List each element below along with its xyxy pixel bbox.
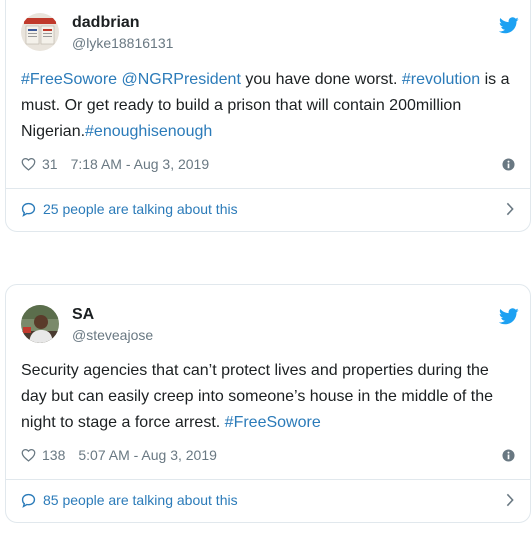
tweet-text-segment[interactable]: #FreeSowore <box>225 414 321 431</box>
tweet-text-segment[interactable]: #revolution <box>402 71 480 88</box>
avatar[interactable] <box>21 305 59 343</box>
info-icon[interactable] <box>502 157 515 171</box>
heart-icon[interactable] <box>21 448 36 462</box>
tweet-text-segment[interactable]: #FreeSowore <box>21 71 117 88</box>
speech-bubble-icon <box>21 202 36 217</box>
divider <box>6 479 530 480</box>
tweet-meta: 138 5:07 AM - Aug 3, 2019 <box>21 445 515 465</box>
twitter-bird-icon[interactable] <box>499 308 519 325</box>
tweet-text-segment[interactable]: @NGRPresident <box>122 71 241 88</box>
tweet-text: #FreeSowore @NGRPresident you have done … <box>21 67 511 145</box>
user-handle[interactable]: @lyke18816131 <box>72 35 173 51</box>
timestamp[interactable]: 7:18 AM - Aug 3, 2019 <box>71 156 210 172</box>
twitter-bird-icon[interactable] <box>499 17 519 34</box>
info-icon[interactable] <box>502 448 515 462</box>
divider <box>6 188 530 189</box>
tweet-card: SA @steveajose Security agencies that ca… <box>5 284 531 523</box>
display-name[interactable]: dadbrian <box>72 14 140 32</box>
user-handle[interactable]: @steveajose <box>72 327 153 343</box>
like-count[interactable]: 138 <box>42 447 65 463</box>
chevron-right-icon[interactable] <box>505 202 515 216</box>
chevron-right-icon[interactable] <box>505 493 515 507</box>
heart-icon[interactable] <box>21 157 36 171</box>
conversation-link[interactable]: 25 people are talking about this <box>21 199 515 219</box>
tweet-card: dadbrian @lyke18816131 #FreeSowore @NGRP… <box>5 0 531 232</box>
speech-bubble-icon <box>21 493 36 508</box>
timestamp[interactable]: 5:07 AM - Aug 3, 2019 <box>78 447 217 463</box>
tweet-text: Security agencies that can’t protect liv… <box>21 358 511 436</box>
avatar[interactable] <box>21 13 59 51</box>
tweet-meta: 31 7:18 AM - Aug 3, 2019 <box>21 154 515 174</box>
display-name[interactable]: SA <box>72 306 94 324</box>
like-count[interactable]: 31 <box>42 156 58 172</box>
tweet-text-segment: you have done worst. <box>240 71 402 88</box>
tweet-text-segment[interactable]: #enoughisenough <box>85 123 212 140</box>
conversation-link[interactable]: 85 people are talking about this <box>21 490 515 510</box>
conversation-count-label[interactable]: 25 people are talking about this <box>43 201 238 217</box>
conversation-count-label[interactable]: 85 people are talking about this <box>43 492 238 508</box>
